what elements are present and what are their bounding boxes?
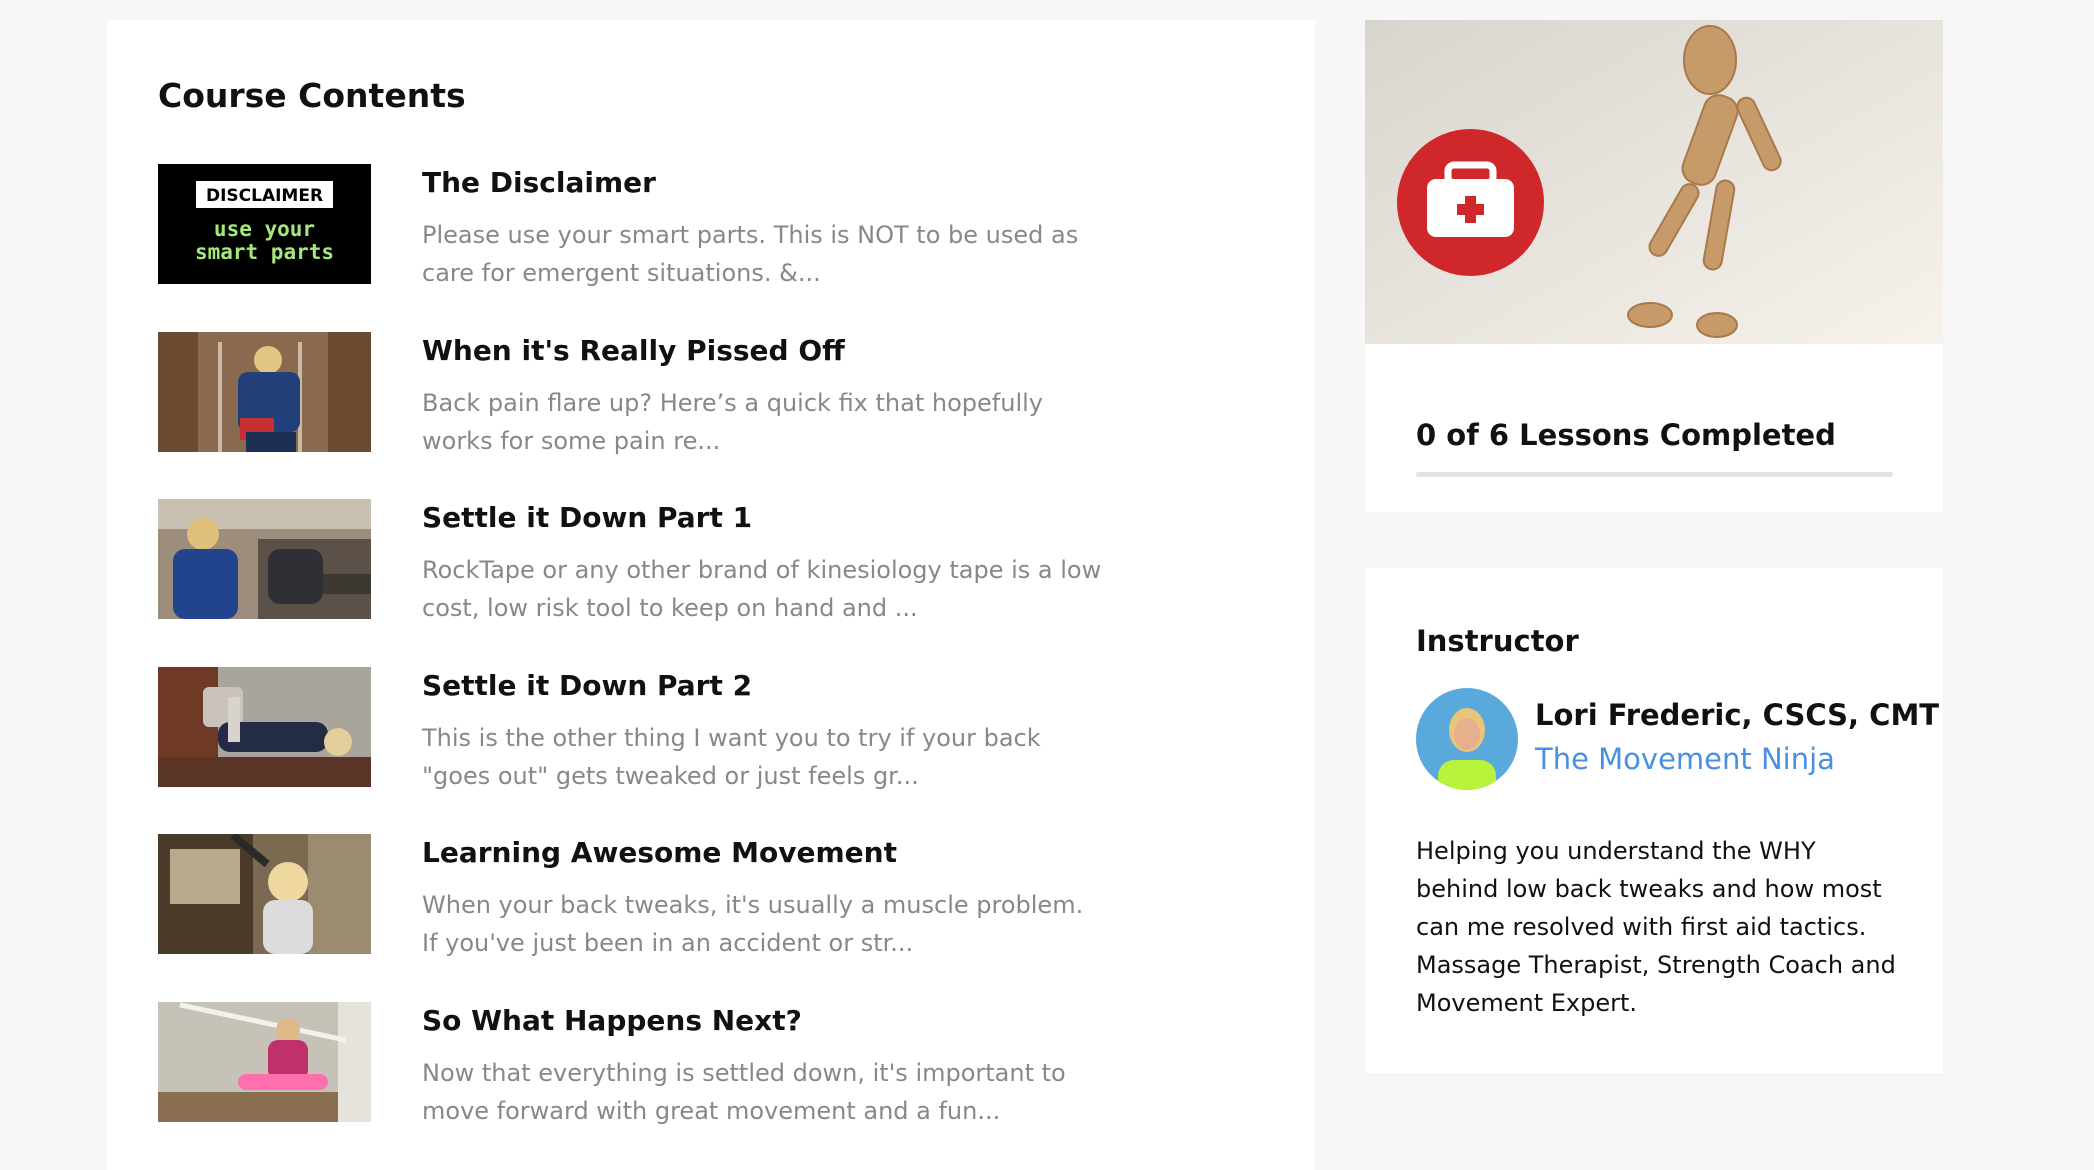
disclaimer-thumb-label: DISCLAIMER — [206, 186, 323, 206]
lesson-thumbnail[interactable] — [158, 499, 371, 619]
lesson-item-1[interactable]: DISCLAIMER use your smart parts The Disc… — [158, 164, 1158, 287]
lesson-item-6[interactable]: So What Happens Next? Now that everythin… — [158, 1002, 1158, 1125]
progress-bar — [1416, 472, 1893, 477]
lesson-description: When your back tweaks, it's usually a mu… — [422, 891, 1084, 957]
lesson-thumbnail[interactable] — [158, 1002, 371, 1122]
lesson-description: This is the other thing I want you to tr… — [422, 724, 1041, 790]
lesson-description: Please use your smart parts. This is NOT… — [422, 221, 1079, 287]
instructor-profile-link[interactable]: The Movement Ninja — [1535, 742, 1835, 776]
lesson-title[interactable]: So What Happens Next? — [422, 1004, 802, 1037]
lesson-thumbnail[interactable] — [158, 667, 371, 787]
lesson-item-3[interactable]: Settle it Down Part 1 RockTape or any ot… — [158, 499, 1158, 622]
instructor-card: Instructor Lori Frederic, CSCS, CMT The … — [1365, 568, 1943, 1073]
lesson-title[interactable]: Settle it Down Part 1 — [422, 501, 752, 534]
disclaimer-thumb-line2: use your — [214, 217, 315, 241]
lesson-title[interactable]: The Disclaimer — [422, 166, 656, 199]
lesson-thumbnail[interactable] — [158, 834, 371, 954]
instructor-heading: Instructor — [1416, 624, 1579, 658]
lesson-title[interactable]: When it's Really Pissed Off — [422, 334, 845, 367]
lesson-thumbnail[interactable] — [158, 332, 371, 452]
lesson-item-5[interactable]: Learning Awesome Movement When your back… — [158, 834, 1158, 957]
lessons-completed-text: 0 of 6 Lessons Completed — [1416, 418, 1836, 452]
instructor-bio: Helping you understand the WHY behind lo… — [1416, 837, 1896, 1017]
lesson-item-2[interactable]: When it's Really Pissed Off Back pain fl… — [158, 332, 1158, 455]
instructor-name: Lori Frederic, CSCS, CMT — [1535, 698, 1940, 732]
course-contents-panel: Course Contents DISCLAIMER use your smar… — [107, 20, 1315, 1170]
course-hero-image — [1365, 20, 1943, 344]
lesson-description: Back pain flare up? Here’s a quick fix t… — [422, 389, 1043, 455]
disclaimer-thumb-line3: smart parts — [195, 240, 334, 264]
avatar — [1416, 688, 1518, 790]
lesson-thumbnail-disclaimer[interactable]: DISCLAIMER use your smart parts — [158, 164, 371, 284]
course-contents-title: Course Contents — [158, 76, 466, 115]
lesson-title[interactable]: Learning Awesome Movement — [422, 836, 897, 869]
first-aid-kit-icon — [1397, 129, 1544, 276]
lesson-description: Now that everything is settled down, it'… — [422, 1059, 1066, 1125]
course-progress-card: 0 of 6 Lessons Completed — [1365, 20, 1943, 512]
lesson-item-4[interactable]: Settle it Down Part 2 This is the other … — [158, 667, 1158, 790]
lesson-title[interactable]: Settle it Down Part 2 — [422, 669, 752, 702]
lesson-description: RockTape or any other brand of kinesiolo… — [422, 556, 1102, 622]
